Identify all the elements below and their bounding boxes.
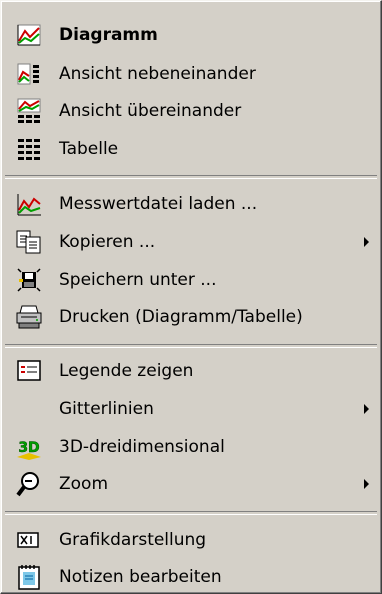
menu-item-label: Speichern unter ... — [59, 270, 217, 290]
menu-separator — [5, 175, 377, 179]
menu-item-legende-zeigen[interactable]: Legende zeigen — [7, 354, 375, 388]
notes-icon — [15, 563, 43, 591]
menu-item-label: Ansicht übereinander — [59, 101, 242, 121]
submenu-arrow-icon — [364, 404, 369, 414]
copy-icon — [15, 228, 43, 256]
menu-item-notizen-bearbeiten[interactable]: Notizen bearbeiten — [7, 560, 375, 594]
menu-item-grafikdarstellung[interactable]: Grafikdarstellung — [7, 523, 375, 557]
side-by-side-view-icon — [15, 60, 43, 88]
menu-separator — [5, 344, 377, 348]
menu-item-speichern-unter[interactable]: Speichern unter ... — [7, 263, 375, 297]
svg-text:3D: 3D — [18, 440, 39, 456]
zoom-icon — [15, 470, 43, 498]
menu-item-drucken[interactable]: Drucken (Diagramm/Tabelle) — [7, 300, 375, 334]
printer-icon — [15, 303, 43, 331]
menu-item-label: Zoom — [59, 474, 109, 494]
menu-item-label: Gitterlinien — [59, 399, 154, 419]
table-icon — [15, 135, 43, 163]
graphics-icon — [15, 526, 43, 554]
3d-icon: 3D — [15, 433, 43, 461]
menu-item-label: Kopieren ... — [59, 232, 156, 252]
menu-item-label: Diagramm — [59, 25, 158, 45]
stacked-view-icon — [15, 97, 43, 125]
menu-item-ansicht-uebereinander[interactable]: Ansicht übereinander — [7, 94, 375, 128]
menu-item-ansicht-nebeneinander[interactable]: Ansicht nebeneinander — [7, 57, 375, 91]
menu-item-label: 3D-dreidimensional — [59, 437, 225, 457]
menu-item-label: Messwertdatei laden ... — [59, 194, 258, 214]
menu-item-label: Grafikdarstellung — [59, 530, 207, 550]
menu-item-label: Notizen bearbeiten — [59, 567, 222, 587]
legend-icon — [15, 357, 43, 385]
menu-item-messwertdatei-laden[interactable]: Messwertdatei laden ... — [7, 187, 375, 221]
context-menu: Diagramm Ansicht nebeneinander Ansicht ü… — [0, 0, 382, 594]
submenu-arrow-icon — [364, 479, 369, 489]
submenu-arrow-icon — [364, 237, 369, 247]
menu-item-label: Legende zeigen — [59, 361, 194, 381]
menu-separator — [5, 511, 377, 515]
menu-item-diagramm[interactable]: Diagramm — [7, 18, 375, 52]
menu-item-kopieren[interactable]: Kopieren ... — [7, 225, 375, 259]
chart-icon — [15, 21, 43, 49]
menu-item-gitterlinien[interactable]: Gitterlinien — [7, 392, 375, 426]
save-icon — [15, 266, 43, 294]
load-data-icon — [15, 190, 43, 218]
menu-item-label: Ansicht nebeneinander — [59, 64, 256, 84]
menu-item-3d-dreidimensional[interactable]: 3D 3D-dreidimensional — [7, 430, 375, 464]
menu-item-label: Drucken (Diagramm/Tabelle) — [59, 307, 303, 327]
menu-item-zoom[interactable]: Zoom — [7, 467, 375, 501]
menu-item-label: Tabelle — [59, 139, 119, 159]
menu-item-tabelle[interactable]: Tabelle — [7, 132, 375, 166]
